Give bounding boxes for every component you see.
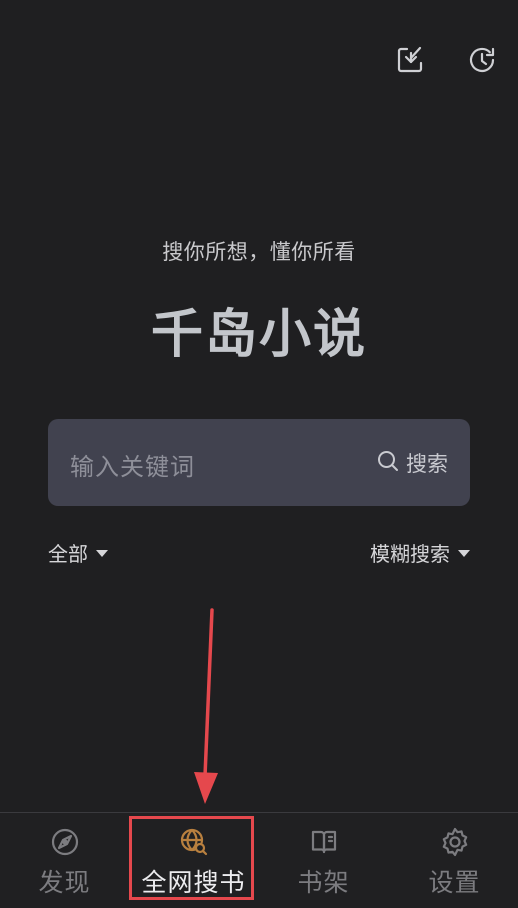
- search-button-label: 搜索: [406, 452, 448, 476]
- nav-item-search-books[interactable]: 全网搜书: [129, 813, 258, 908]
- scope-dropdown-label: 全部: [48, 541, 88, 566]
- search-button[interactable]: 搜索: [376, 449, 448, 477]
- slogan-text: 搜你所想，懂你所看: [162, 240, 356, 264]
- nav-label-bookshelf: 书架: [297, 868, 350, 897]
- nav-label-search-books: 全网搜书: [141, 868, 246, 897]
- nav-item-settings[interactable]: 设置: [390, 813, 518, 908]
- nav-item-discover[interactable]: 发现: [0, 813, 129, 908]
- app-title: 千岛小说: [150, 305, 367, 365]
- gear-icon: [439, 826, 471, 858]
- search-box[interactable]: 输入关键词 搜索: [48, 419, 470, 506]
- nav-label-settings: 设置: [428, 868, 481, 897]
- book-icon: [308, 826, 340, 858]
- nav-item-bookshelf[interactable]: 书架: [259, 813, 388, 908]
- bottom-nav: 发现 全网搜书 书架 设置: [0, 812, 518, 908]
- search-icon: [376, 449, 400, 478]
- compass-icon: [49, 826, 81, 858]
- annotation-arrow: [194, 608, 218, 804]
- download-icon[interactable]: [394, 44, 426, 76]
- nav-label-discover: 发现: [38, 868, 91, 897]
- history-icon[interactable]: [466, 44, 498, 76]
- caret-down-icon: [96, 549, 108, 557]
- search-mode-label: 模糊搜索: [370, 541, 450, 566]
- caret-down-icon: [458, 549, 470, 557]
- search-input[interactable]: 输入关键词: [70, 447, 195, 482]
- top-bar: [0, 44, 518, 84]
- globe-search-icon: [178, 826, 210, 858]
- scope-dropdown[interactable]: 全部: [48, 538, 108, 566]
- search-mode-dropdown[interactable]: 模糊搜索: [370, 538, 470, 566]
